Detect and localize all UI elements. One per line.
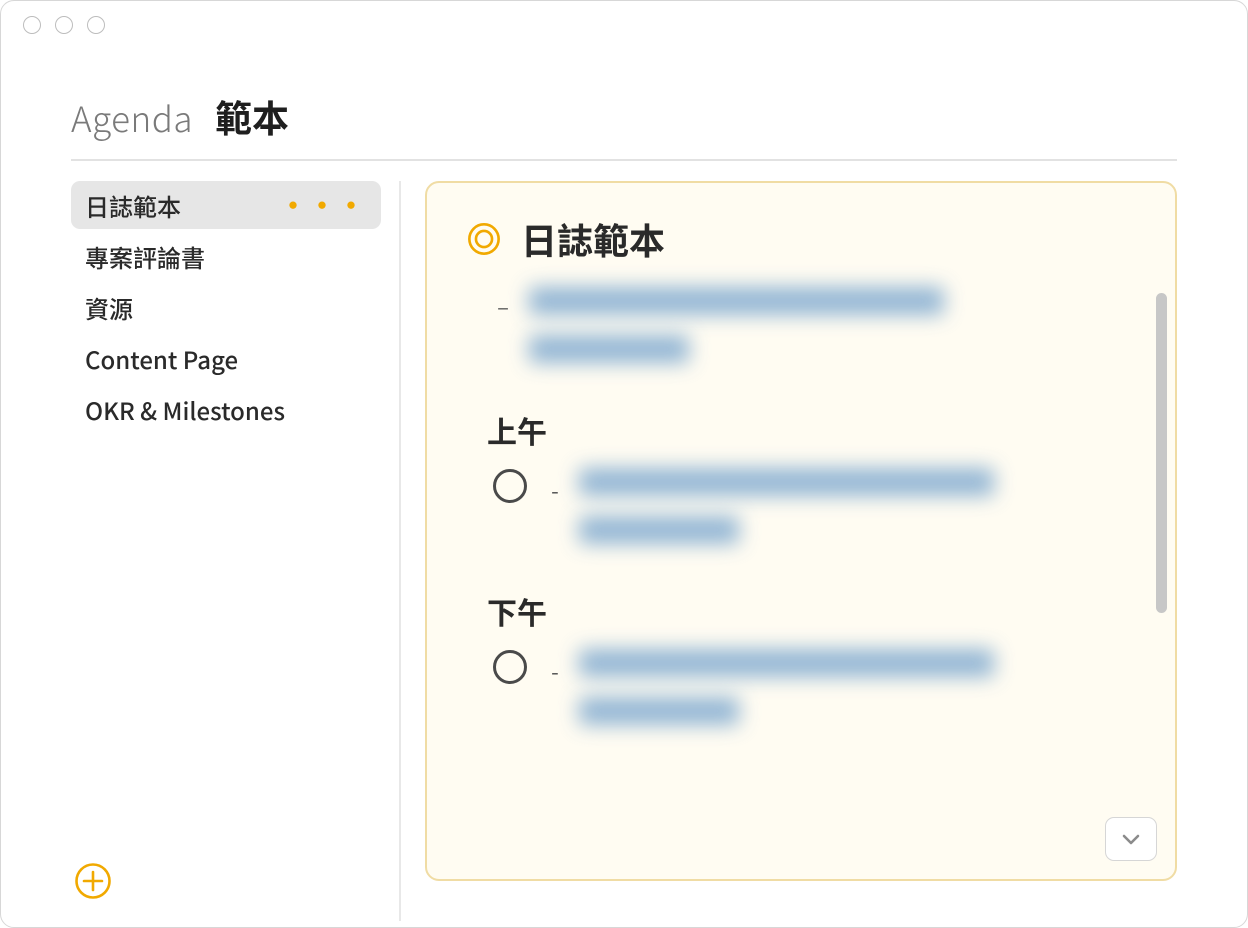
dash-bullet-icon: -	[549, 468, 561, 506]
sidebar-item-label: 專案評論書	[85, 239, 205, 274]
checklist-content: -	[549, 468, 1135, 544]
plus-circle-icon	[74, 862, 112, 900]
empty-circle-checkbox-icon[interactable]	[493, 650, 527, 684]
double-circle-icon	[467, 222, 501, 256]
sidebar-item-okr-milestones[interactable]: OKR & Milestones	[71, 385, 381, 433]
template-list: 日誌範本 ••• 專案評論書 資源 Content Page OKR & Mil…	[71, 181, 381, 861]
sidebar-item-resources[interactable]: 資源	[71, 283, 381, 331]
app-name: Agenda	[71, 92, 193, 143]
note-checklist-row: -	[467, 649, 1135, 725]
ellipsis-icon[interactable]: •••	[280, 192, 367, 218]
sidebar-item-label: OKR & Milestones	[85, 392, 285, 427]
checklist-content: -	[549, 649, 1135, 725]
note-bullet-row: –	[467, 287, 1135, 363]
note-checklist-row: -	[467, 468, 1135, 544]
add-template-button[interactable]	[73, 861, 113, 901]
dash-bullet-icon: -	[549, 649, 561, 687]
note-section-heading-morning: 上午	[487, 408, 1135, 452]
empty-circle-checkbox-icon[interactable]	[493, 469, 527, 503]
sidebar-item-project-review[interactable]: 專案評論書	[71, 232, 381, 280]
content-area: 日誌範本 – 上午 -	[401, 181, 1177, 921]
traffic-light-zoom[interactable]	[87, 16, 105, 34]
template-sidebar: 日誌範本 ••• 專案評論書 資源 Content Page OKR & Mil…	[71, 181, 401, 921]
page-title: 範本	[215, 89, 289, 143]
sidebar-item-label: 日誌範本	[85, 188, 181, 223]
window-titlebar	[1, 1, 1247, 49]
traffic-light-close[interactable]	[23, 16, 41, 34]
page-header: Agenda 範本	[1, 49, 1247, 159]
sidebar-item-label: 資源	[85, 290, 133, 325]
redacted-content	[579, 649, 1135, 725]
traffic-light-minimize[interactable]	[55, 16, 73, 34]
vertical-scrollbar[interactable]	[1156, 293, 1167, 613]
note-section-heading-afternoon: 下午	[487, 589, 1135, 633]
sidebar-item-content-page[interactable]: Content Page	[71, 334, 381, 382]
app-window: Agenda 範本 日誌範本 ••• 專案評論書 資源 Content Pa	[0, 0, 1248, 928]
chevron-down-icon	[1120, 828, 1142, 850]
redacted-content	[529, 287, 1135, 363]
note-title: 日誌範本	[521, 213, 665, 265]
expand-button[interactable]	[1105, 817, 1157, 861]
note-title-row: 日誌範本	[467, 213, 1135, 265]
dash-bullet-icon: –	[497, 287, 509, 322]
sidebar-item-label: Content Page	[85, 341, 238, 376]
sidebar-item-journal-template[interactable]: 日誌範本 •••	[71, 181, 381, 229]
body: 日誌範本 ••• 專案評論書 資源 Content Page OKR & Mil…	[1, 161, 1247, 921]
redacted-content	[579, 468, 1135, 544]
note-card[interactable]: 日誌範本 – 上午 -	[425, 181, 1177, 881]
